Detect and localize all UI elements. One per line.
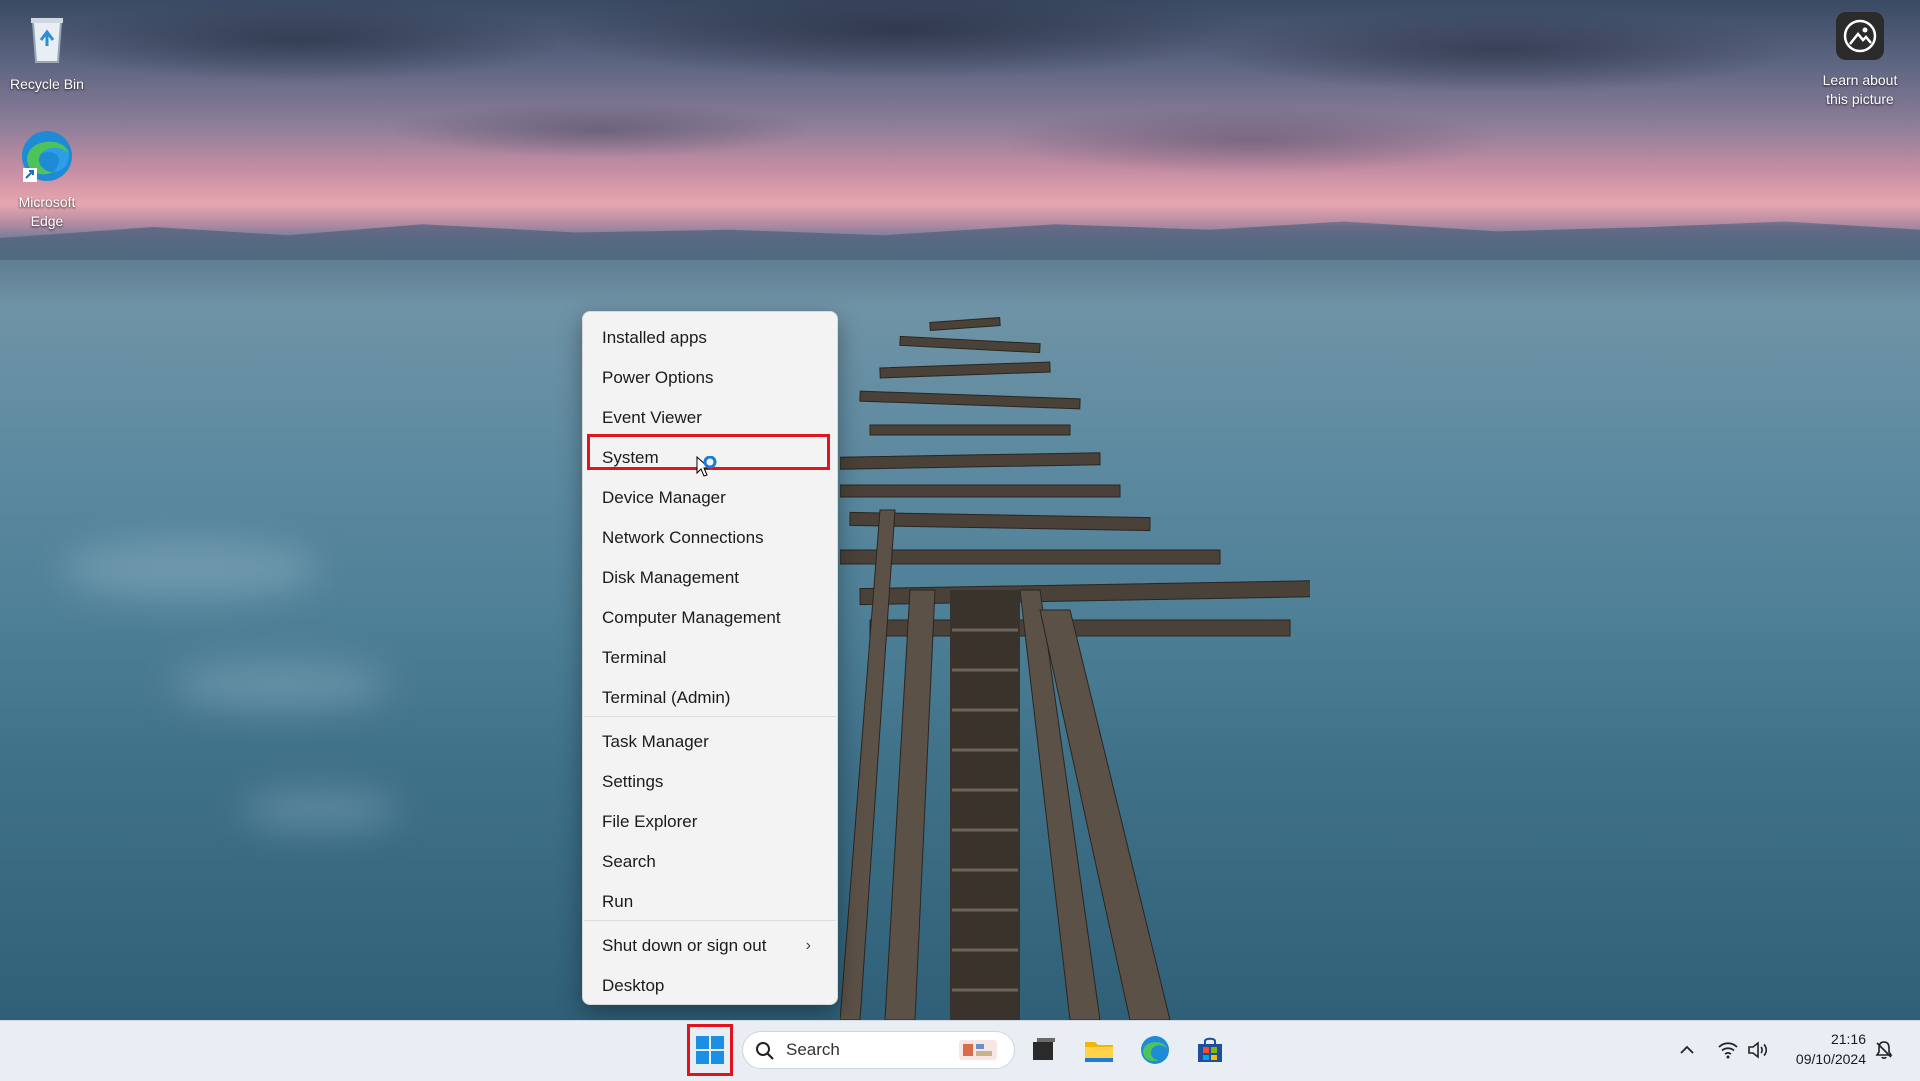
water-reflection [60, 540, 320, 600]
search-highlight-icon [959, 1040, 997, 1060]
menu-item-disk-management[interactable]: Disk Management [589, 560, 831, 596]
desktop-icon-microsoft-edge[interactable]: Microsoft Edge [1, 128, 93, 231]
quick-link-menu: Installed apps Power Options Event Viewe… [582, 311, 838, 1005]
wifi-icon[interactable] [1717, 1040, 1739, 1060]
menu-item-device-manager[interactable]: Device Manager [589, 480, 831, 516]
water-reflection [170, 660, 390, 710]
edge-icon [22, 131, 72, 182]
menu-separator [584, 716, 836, 717]
mouse-pointer-icon [696, 456, 717, 477]
edge-icon[interactable] [1139, 1034, 1171, 1066]
edge-label-line1: Microsoft [18, 194, 76, 210]
file-explorer-icon[interactable] [1083, 1034, 1115, 1066]
menu-item-terminal[interactable]: Terminal [589, 640, 831, 676]
menu-item-shut-down[interactable]: Shut down or sign out › [589, 928, 831, 964]
recycle-bin-label: Recycle Bin [10, 76, 84, 92]
learn-picture-label-line2: this picture [1826, 91, 1894, 107]
start-icon[interactable] [694, 1034, 726, 1066]
menu-item-desktop[interactable]: Desktop [589, 968, 831, 1004]
menu-item-search[interactable]: Search [589, 844, 831, 880]
chevron-right-icon: › [805, 937, 811, 954]
desktop-wallpaper: Recycle Bin Microsoft Edge Learn about t… [0, 0, 1920, 1020]
desktop-icon-recycle-bin[interactable]: Recycle Bin [1, 10, 93, 94]
menu-item-network-connections[interactable]: Network Connections [589, 520, 831, 556]
menu-item-computer-management[interactable]: Computer Management [589, 600, 831, 636]
microsoft-store-icon[interactable] [1194, 1034, 1226, 1066]
learn-picture-icon [1836, 12, 1884, 60]
taskbar-search-placeholder: Search [786, 1040, 840, 1059]
learn-picture-label-line1: Learn about [1822, 72, 1898, 88]
wooden-pier [840, 317, 1310, 1020]
menu-item-shut-down-label: Shut down or sign out [602, 936, 767, 955]
notification-bell-icon[interactable] [1874, 1040, 1894, 1060]
menu-item-terminal-admin[interactable]: Terminal (Admin) [589, 680, 831, 716]
menu-separator [584, 920, 836, 921]
show-hidden-icons-chevron-icon[interactable] [1679, 1042, 1695, 1058]
volume-icon[interactable] [1747, 1040, 1769, 1060]
search-icon [756, 1042, 774, 1060]
menu-item-installed-apps[interactable]: Installed apps [589, 320, 831, 356]
menu-item-file-explorer[interactable]: File Explorer [589, 804, 831, 840]
menu-item-settings[interactable]: Settings [589, 764, 831, 800]
task-view-icon[interactable] [1027, 1034, 1059, 1066]
edge-label-line2: Edge [30, 213, 64, 229]
sky-clouds [0, 0, 1920, 250]
desktop-icon-learn-about-picture[interactable]: Learn about this picture [1805, 10, 1915, 109]
water-reflection [240, 790, 400, 830]
recycle-bin-icon [31, 18, 63, 63]
menu-item-event-viewer[interactable]: Event Viewer [589, 400, 831, 436]
menu-item-run[interactable]: Run [589, 884, 831, 920]
menu-item-power-options[interactable]: Power Options [589, 360, 831, 396]
clock-date[interactable]: 09/10/2024 [1780, 1051, 1866, 1067]
clock-time[interactable]: 21:16 [1780, 1031, 1866, 1047]
menu-item-task-manager[interactable]: Task Manager [589, 724, 831, 760]
